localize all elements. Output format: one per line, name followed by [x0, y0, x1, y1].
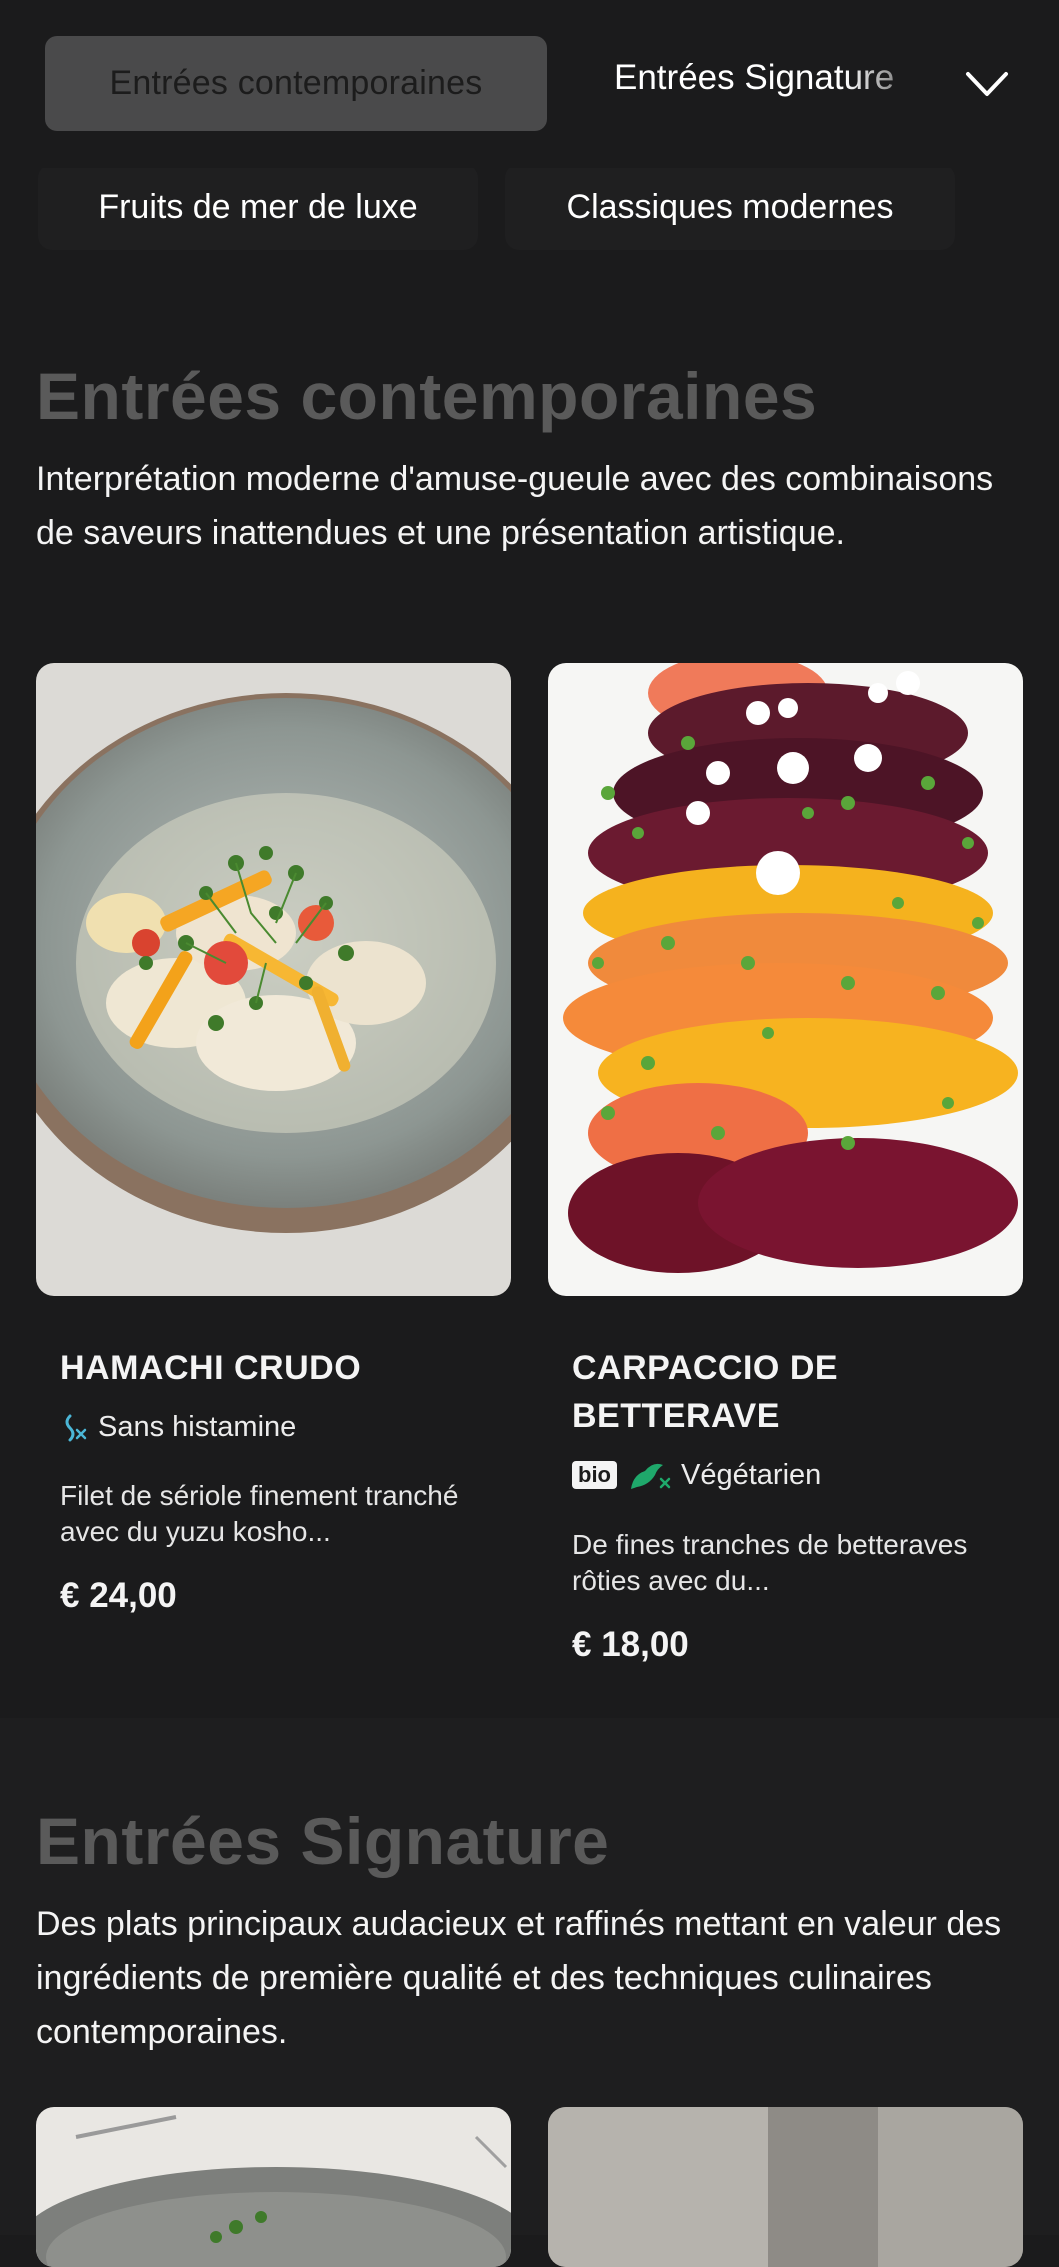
vegetarian-icon [631, 1463, 671, 1489]
section-title: Entrées Signature [36, 1804, 610, 1878]
dish-image-hamachi[interactable] [36, 663, 511, 1296]
dish-image[interactable] [36, 2107, 511, 2267]
dish-name[interactable]: HAMACHI CRUDO [60, 1344, 500, 1392]
section-description: Interprétation moderne d'amuse-gueule av… [36, 460, 994, 552]
category-tab-active[interactable]: Entrées contemporaines [45, 36, 547, 131]
dish-description: De fines tranches de betteraves rôties a… [572, 1529, 968, 1596]
category-navbar: Entrées contemporaines Entrées Signature [0, 0, 1059, 168]
dish-tags: Sans histamine [60, 1407, 296, 1447]
section-description: Des plats principaux audacieux et raffin… [36, 1905, 1002, 2051]
histamine-free-icon [65, 1414, 87, 1442]
section-title: Entrées contemporaines [36, 359, 818, 433]
dish-tags: bio Végétarien [572, 1455, 821, 1495]
category-chip-seafood[interactable]: Fruits de mer de luxe [38, 164, 478, 250]
chevron-down-icon[interactable] [962, 64, 1012, 104]
dish-tag-label: Végétarien [681, 1458, 822, 1491]
bio-badge: bio [572, 1461, 617, 1489]
category-tab-next[interactable]: Entrées Signature [614, 58, 944, 110]
dish-price: € 18,00 [572, 1625, 689, 1664]
dish-price: € 24,00 [60, 1576, 177, 1615]
dish-tag-label: Sans histamine [98, 1410, 297, 1443]
category-chip-classics[interactable]: Classiques modernes [505, 164, 955, 250]
dish-description: Filet de sériole finement tranché avec d… [60, 1480, 459, 1547]
dish-image[interactable] [548, 2107, 1023, 2267]
dish-name[interactable]: CARPACCIO DE BETTERAVE [572, 1344, 1012, 1440]
dish-image-beet-carpaccio[interactable] [548, 663, 1023, 1296]
